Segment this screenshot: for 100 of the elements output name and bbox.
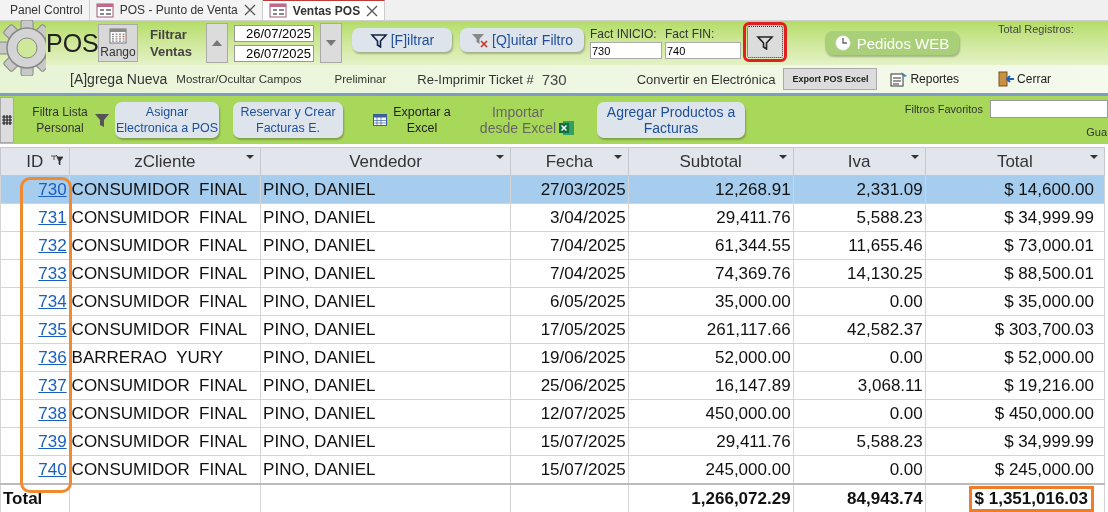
document-tab[interactable]: Ventas POS bbox=[262, 0, 386, 20]
filter-button[interactable]: [F]iltrar bbox=[352, 28, 452, 52]
favorites-label: Filtros Favoritos bbox=[904, 103, 983, 115]
close-button[interactable]: Cerrar bbox=[997, 71, 1052, 87]
preview-link[interactable]: Preliminar bbox=[334, 73, 387, 85]
caret-down-icon bbox=[246, 155, 255, 159]
column-header[interactable]: Total bbox=[925, 147, 1105, 176]
table-row[interactable]: 740 CONSUMIDOR FINAL PINO, DANIEL 15/07/2025 245,000.00 0.00 $ 245,000.00 bbox=[0, 455, 1105, 484]
import-excel-button[interactable]: Importar desde Excel bbox=[479, 104, 575, 136]
favorites-field[interactable] bbox=[990, 100, 1108, 118]
fact-end-field[interactable]: 740 bbox=[665, 42, 741, 59]
total-cell: $ 88,500.01 bbox=[1004, 263, 1094, 283]
tax-cell: 14,130.25 bbox=[847, 263, 923, 283]
seller-cell: PINO, DANIEL bbox=[263, 459, 376, 479]
date-field[interactable]: 26/07/2025 bbox=[234, 44, 314, 62]
caret-down-icon bbox=[326, 40, 336, 46]
door-icon bbox=[997, 71, 1016, 87]
assign-button[interactable]: Asignar Electronica a POS bbox=[115, 102, 219, 138]
caret-down-icon bbox=[778, 155, 787, 159]
toggle-fields-link[interactable]: Mostrar/Ocultar Campos bbox=[176, 73, 302, 85]
reports-button[interactable]: Reportes bbox=[890, 71, 960, 87]
client-cell: CONSUMIDOR FINAL bbox=[71, 319, 248, 339]
select-all-button[interactable] bbox=[0, 97, 14, 143]
total-records-label: Total Registros: bbox=[998, 23, 1074, 35]
seller-cell: PINO, DANIEL bbox=[263, 431, 376, 451]
table-row[interactable]: 733 CONSUMIDOR FINAL PINO, DANIEL 7/04/2025 74,369.76 14,130.25 $ 88,500.01 bbox=[0, 259, 1105, 288]
up-button[interactable] bbox=[206, 23, 228, 63]
client-cell: CONSUMIDOR FINAL bbox=[71, 459, 248, 479]
client-cell: BARRERAO YURY bbox=[71, 347, 224, 367]
table-row[interactable]: 732 CONSUMIDOR FINAL PINO, DANIEL 7/04/2025 61,344.55 11,655.46 $ 73,000.01 bbox=[0, 231, 1105, 260]
table-row[interactable]: 738 CONSUMIDOR FINAL PINO, DANIEL 12/07/2025 450,000.00 0.00 $ 450,000.00 bbox=[0, 399, 1105, 428]
client-cell: CONSUMIDOR FINAL bbox=[71, 291, 248, 311]
column-header[interactable]: ID bbox=[0, 147, 70, 176]
total-value: $ 1,351,016.03 bbox=[968, 485, 1094, 512]
ticket-number: 730 bbox=[541, 70, 567, 88]
fact-start-label: Fact INICIO: bbox=[590, 27, 658, 41]
reserve-button[interactable]: Reservar y Crear Facturas E. bbox=[233, 102, 343, 138]
seller-cell: PINO, DANIEL bbox=[263, 207, 376, 227]
total-cell: $ 303,700.03 bbox=[994, 319, 1094, 339]
convert-link[interactable]: Convertir en Electrónica bbox=[636, 71, 776, 87]
dropdown-button[interactable] bbox=[320, 23, 342, 63]
column-header[interactable]: zCliente bbox=[69, 147, 261, 176]
filter-icon bbox=[369, 32, 388, 48]
form-icon bbox=[95, 2, 114, 18]
seller-cell: PINO, DANIEL bbox=[263, 347, 376, 367]
seller-cell: PINO, DANIEL bbox=[263, 319, 376, 339]
tax-cell: 0.00 bbox=[889, 291, 923, 311]
client-cell: CONSUMIDOR FINAL bbox=[71, 179, 248, 199]
client-cell: CONSUMIDOR FINAL bbox=[71, 375, 248, 395]
personal-filter-label: Filtra Lista Personal bbox=[31, 104, 89, 136]
table-row[interactable]: 731 CONSUMIDOR FINAL PINO, DANIEL 3/04/2025 29,411.76 5,588.23 $ 34,999.99 bbox=[0, 203, 1105, 232]
client-cell: CONSUMIDOR FINAL bbox=[71, 263, 248, 283]
date-field[interactable]: 26/07/2025 bbox=[234, 24, 314, 42]
export-button[interactable]: Export POS Excel bbox=[783, 68, 878, 90]
tax-cell: 2,331.09 bbox=[856, 179, 923, 199]
add-new-link[interactable]: [A]grega Nueva bbox=[70, 71, 168, 87]
close-icon[interactable] bbox=[366, 4, 379, 17]
table-row[interactable]: 734 CONSUMIDOR FINAL PINO, DANIEL 6/05/2025 35,000.00 0.00 $ 35,000.00 bbox=[0, 287, 1105, 316]
filter-label: Filtrar Ventas bbox=[150, 26, 193, 60]
total-value: 1,266,072.29 bbox=[691, 488, 791, 508]
clear-filter-button[interactable]: [Q]uitar Filtro bbox=[460, 28, 584, 52]
tax-cell: 42,582.37 bbox=[847, 319, 923, 339]
table-row[interactable]: 736 BARRERAO YURY PINO, DANIEL 19/06/2025 52,000.00 0.00 $ 52,000.00 bbox=[0, 343, 1105, 372]
subtotal-cell: 61,344.55 bbox=[715, 235, 791, 255]
filter-icon bbox=[94, 112, 110, 128]
column-header[interactable]: Vendedor bbox=[260, 147, 511, 176]
table-row[interactable]: 735 CONSUMIDOR FINAL PINO, DANIEL 17/05/2025 261,117.66 42,582.37 $ 303,700.03 bbox=[0, 315, 1105, 344]
report-icon bbox=[890, 71, 909, 87]
total-cell: $ 34,999.99 bbox=[1004, 207, 1094, 227]
column-header[interactable]: Subtotal bbox=[628, 147, 794, 176]
fact-end-label: Fact FIN: bbox=[665, 27, 716, 41]
subtotal-cell: 52,000.00 bbox=[715, 347, 791, 367]
table-row[interactable]: 737 CONSUMIDOR FINAL PINO, DANIEL 25/06/2025 16,147.89 3,068.11 $ 19,216.00 bbox=[0, 371, 1105, 400]
client-cell: CONSUMIDOR FINAL bbox=[71, 403, 248, 423]
date-cell: 19/06/2025 bbox=[540, 347, 626, 367]
total-cell: $ 450,000.00 bbox=[994, 403, 1094, 423]
table-row[interactable]: 730 CONSUMIDOR FINAL PINO, DANIEL 27/03/2025 12,268.91 2,331.09 $ 14,600.00 bbox=[0, 175, 1105, 204]
clock-icon bbox=[834, 35, 851, 51]
date-cell: 15/07/2025 bbox=[540, 431, 626, 451]
column-header[interactable]: Iva bbox=[793, 147, 926, 176]
calendar-icon bbox=[109, 27, 127, 44]
date-cell: 6/05/2025 bbox=[550, 291, 626, 311]
date-cell: 25/06/2025 bbox=[540, 375, 626, 395]
export-excel-button[interactable]: Exportar a Excel bbox=[373, 104, 453, 136]
total-cell: $ 245,000.00 bbox=[994, 459, 1094, 479]
total-cell: $ 73,000.01 bbox=[1004, 235, 1094, 255]
caret-down-icon bbox=[613, 155, 622, 159]
date-cell: 7/04/2025 bbox=[550, 235, 626, 255]
table-row[interactable]: 739 CONSUMIDOR FINAL PINO, DANIEL 15/07/2025 29,411.76 5,588.23 $ 34,999.99 bbox=[0, 427, 1105, 456]
total-label: Total bbox=[3, 488, 43, 508]
close-icon[interactable] bbox=[243, 4, 256, 16]
column-header[interactable]: Fecha bbox=[510, 147, 629, 176]
total-cell: $ 52,000.00 bbox=[1004, 347, 1094, 367]
fact-start-field[interactable]: 730 bbox=[590, 42, 662, 59]
add-products-button[interactable]: Agregar Productos a Facturas bbox=[597, 102, 745, 138]
subtotal-cell: 29,411.76 bbox=[716, 207, 791, 227]
tax-cell: 5,588.23 bbox=[856, 207, 923, 227]
tax-cell: 0.00 bbox=[889, 403, 923, 423]
range-button[interactable]: Rango bbox=[98, 24, 138, 62]
tax-cell: 0.00 bbox=[889, 459, 923, 479]
